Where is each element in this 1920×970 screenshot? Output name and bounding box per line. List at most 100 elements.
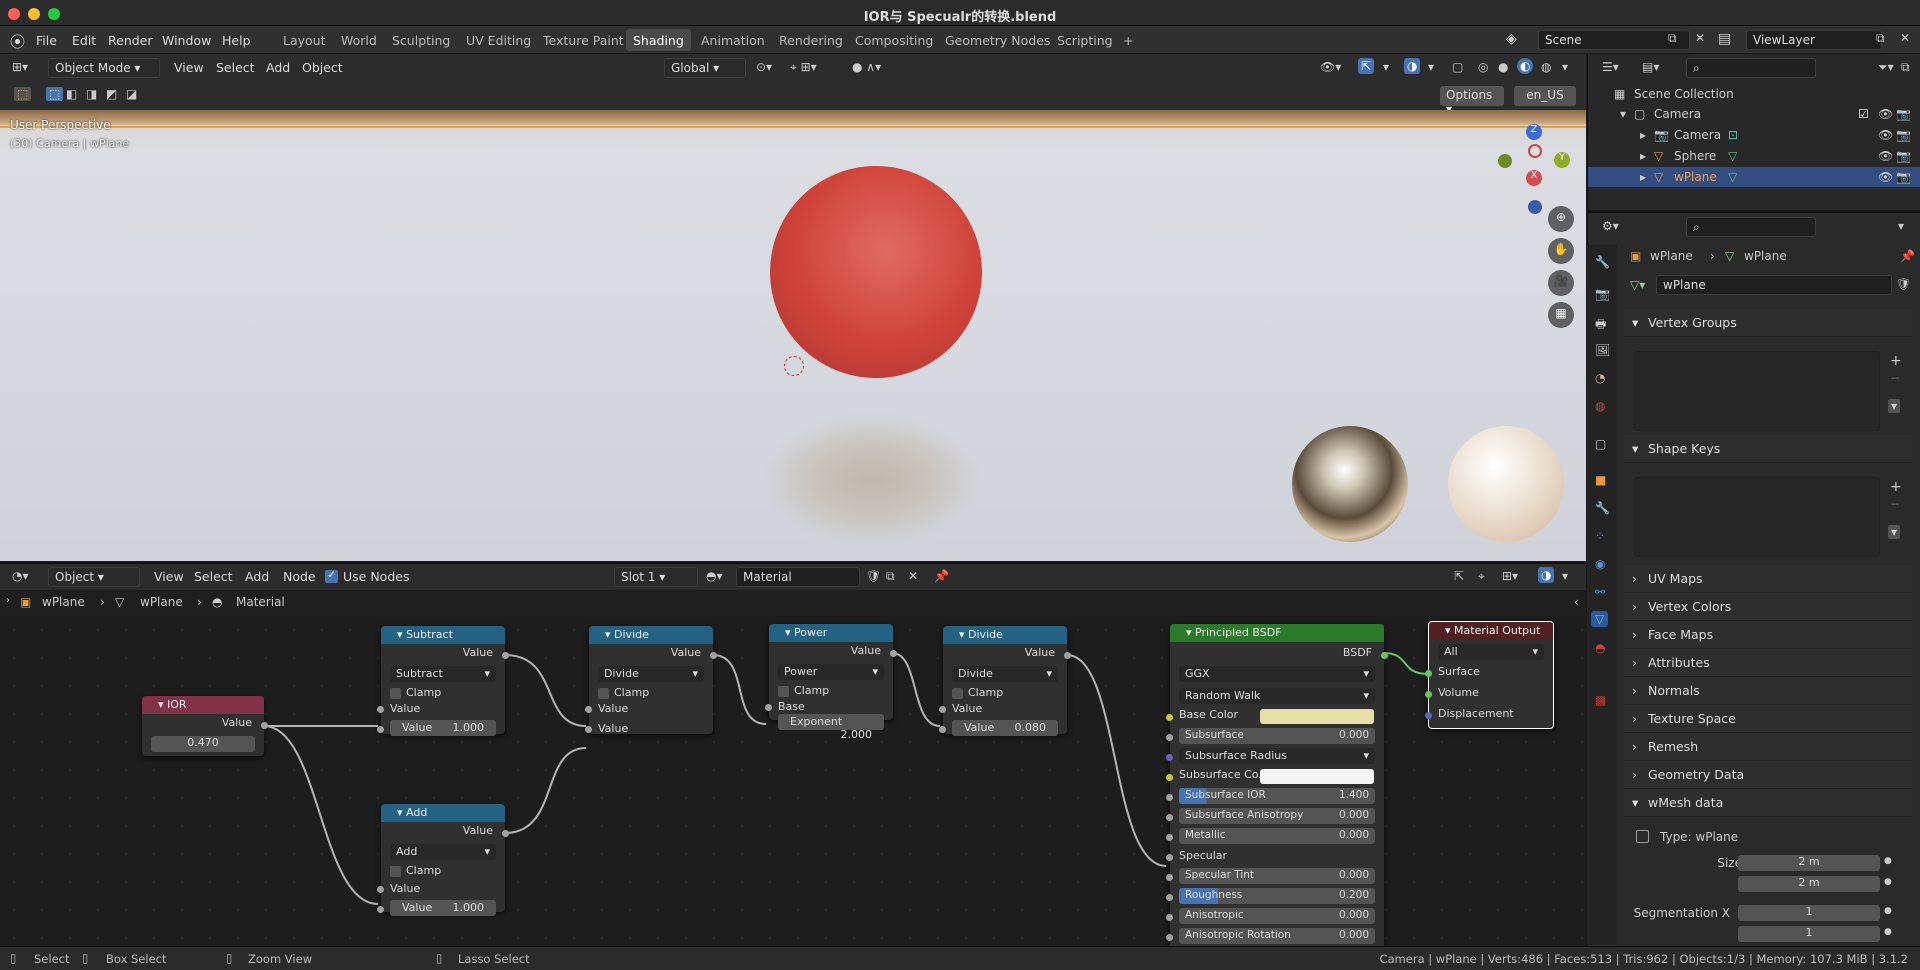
anisotropic-field[interactable]: Anisotropic 0.000 <box>1179 908 1375 924</box>
collapse-icon[interactable]: ▾ <box>158 698 167 711</box>
shader-type-dropdown[interactable]: Object ▾ <box>48 567 140 587</box>
roughness-field[interactable]: Roughness 0.200 <box>1179 888 1375 904</box>
properties-search-input[interactable]: ⌕ <box>1686 217 1816 237</box>
tab-compositing[interactable]: Compositing <box>848 29 940 51</box>
transform-orientation-dropdown[interactable]: Global ▾ <box>664 58 746 78</box>
subsurface-ior-field[interactable]: Subsurface IOR 1.400 <box>1179 788 1375 804</box>
node-header[interactable]: ▾ Divide <box>943 626 1067 644</box>
rendered-shading-icon[interactable]: ◍ <box>1541 60 1551 74</box>
overlays-icon[interactable]: ◑ <box>1404 58 1421 74</box>
sidebar-toggle-icon[interactable]: › <box>6 595 10 606</box>
output-socket[interactable] <box>502 652 509 659</box>
gizmo-neg-y[interactable] <box>1498 154 1512 168</box>
clamp-checkbox[interactable] <box>778 685 789 697</box>
operation-dropdown[interactable]: Power ▾ <box>778 664 884 680</box>
node-header[interactable]: ▾ Power <box>769 624 893 642</box>
input-socket[interactable] <box>1166 934 1173 941</box>
node-header[interactable]: ▾ Add <box>381 804 505 822</box>
node-header[interactable]: ▾ Principled BSDF <box>1170 624 1384 642</box>
use-nodes-checkbox[interactable]: ✓ <box>325 570 338 583</box>
exponent-field[interactable]: Exponent 2.000 <box>778 714 884 741</box>
tab-rendering[interactable]: Rendering <box>772 29 850 51</box>
3d-viewport[interactable]: User Perspective (30) Camera | wPlane Z … <box>0 110 1586 561</box>
gizmo-y-axis[interactable]: Y <box>1554 152 1570 168</box>
menu-window[interactable]: Window <box>162 33 211 48</box>
collapse-icon[interactable]: ▾ <box>959 628 968 641</box>
gizmo-neg-x[interactable] <box>1528 144 1542 158</box>
pivot-icon[interactable]: ⊙▾ <box>756 60 772 74</box>
remove-vertex-group-icon[interactable]: − <box>1890 371 1900 385</box>
texture-tab-icon[interactable]: ▩ <box>1595 693 1606 707</box>
collapse-icon[interactable]: ▾ <box>397 628 406 641</box>
expand-arrow-icon[interactable]: ▸ <box>1640 170 1646 184</box>
size-x-field[interactable]: 2 m <box>1738 855 1880 871</box>
output-tab-icon[interactable]: 🖶 <box>1595 315 1606 336</box>
render-tab-icon[interactable]: 📷 <box>1595 287 1610 301</box>
clamp-checkbox[interactable] <box>390 865 401 877</box>
value-field[interactable]: Value 1.000 <box>390 900 496 916</box>
input-socket[interactable] <box>1166 874 1173 881</box>
seg-y-field[interactable]: 1 <box>1738 926 1880 942</box>
properties-editor-icon[interactable]: ⚙▾ <box>1602 219 1619 233</box>
clamp-checkbox[interactable] <box>390 687 401 699</box>
input-socket[interactable] <box>1166 754 1173 761</box>
input-socket[interactable] <box>1166 914 1173 921</box>
tab-layout[interactable]: Layout <box>276 29 333 51</box>
node-power[interactable]: ▾ Power Value Power ▾ Clamp Base Exponent… <box>765 624 897 741</box>
properties-options-icon[interactable]: ▾ <box>1898 219 1904 233</box>
value-field[interactable]: Value 1.000 <box>390 720 496 736</box>
output-socket[interactable] <box>1064 652 1071 659</box>
proportional-edit-icon[interactable]: ● ∧▾ <box>852 60 881 74</box>
unlink-material-icon[interactable]: ✕ <box>908 569 918 583</box>
modifier-tab-icon[interactable]: 🔧 <box>1595 501 1610 515</box>
vertex-group-specials-icon[interactable]: ▾ <box>1888 399 1901 413</box>
add-vertex-group-icon[interactable]: + <box>1890 353 1902 369</box>
keyframe-dot-icon[interactable]: ● <box>1884 856 1892 866</box>
visibility-icon[interactable]: 👁▾ <box>1320 60 1341 74</box>
tab-sculpting[interactable]: Sculpting <box>385 29 457 51</box>
operation-dropdown[interactable]: Divide ▾ <box>598 666 704 682</box>
eye-icon[interactable]: 👁 <box>1878 170 1893 184</box>
snap-node-icon[interactable]: ⌖ <box>1478 569 1485 584</box>
eye-icon[interactable]: 👁 <box>1878 107 1893 121</box>
node-header[interactable]: ▾ IOR <box>142 696 264 714</box>
material-name-field[interactable]: Material <box>736 567 860 587</box>
view-layer-selector[interactable]: ViewLayer <box>1746 30 1882 50</box>
outliner-row-camera-collection[interactable]: ▾ ▢ Camera ☑ 👁 📷 <box>1588 104 1920 124</box>
viewport-menu-object[interactable]: Object <box>302 60 343 75</box>
red-sphere[interactable] <box>770 166 982 378</box>
shading-dropdown-icon[interactable]: ▾ <box>1562 60 1568 74</box>
new-view-layer-icon[interactable]: ⧉ <box>1876 31 1885 46</box>
delete-scene-icon[interactable]: ✕ <box>1695 31 1705 45</box>
tab-scripting[interactable]: Scripting <box>1050 29 1120 51</box>
ior-value-field[interactable]: 0.470 <box>151 736 255 752</box>
panel-texture-space[interactable]: › Texture Space <box>1624 705 1912 733</box>
snap-icon[interactable]: ⌖ ⊞▾ <box>790 60 817 75</box>
perspective-toggle-icon[interactable]: ▦ <box>1548 302 1574 328</box>
fake-user-icon[interactable]: 🛡 <box>866 569 881 583</box>
object-mode-dropdown[interactable]: Object Mode ▾ <box>48 58 160 78</box>
material-tab-icon[interactable]: ◓ <box>1595 641 1605 655</box>
input-socket[interactable] <box>1166 894 1173 901</box>
tab-texture-paint[interactable]: Texture Paint <box>536 29 631 51</box>
node-divide-1[interactable]: ▾ Divide Value Divide ▾ Clamp Value Value <box>585 626 717 735</box>
input-socket[interactable] <box>1166 814 1173 821</box>
checkbox-icon[interactable]: ☑ <box>1858 107 1869 121</box>
metallic-field[interactable]: Metallic 0.000 <box>1179 828 1375 844</box>
solid-shading-icon[interactable]: ● <box>1498 60 1508 74</box>
keyframe-dot-icon[interactable]: ● <box>1884 927 1892 937</box>
filter-icon[interactable]: ⏷▾ <box>1878 60 1894 75</box>
language-button[interactable]: en_US <box>1514 86 1576 106</box>
node-ior[interactable]: ▾ IOR Value 0.470 <box>142 696 268 756</box>
node-add[interactable]: ▾ Add Value Add ▾ Clamp Value Value 1.000 <box>377 804 509 916</box>
view-layer-tab-icon[interactable]: 🖼 <box>1595 343 1610 357</box>
panel-remesh[interactable]: › Remesh <box>1624 733 1912 761</box>
eye-icon[interactable]: 👁 <box>1878 149 1893 163</box>
distribution-dropdown[interactable]: GGX ▾ <box>1179 666 1375 682</box>
display-mode-icon[interactable]: ▤▾ <box>1642 60 1659 74</box>
material-browse-icon[interactable]: ◓▾ <box>706 569 723 583</box>
seg-x-field[interactable]: 1 <box>1738 905 1880 921</box>
remove-shape-key-icon[interactable]: − <box>1890 497 1900 511</box>
node-subtract[interactable]: ▾ Subtract Value Subtract ▾ Clamp Value V… <box>377 626 509 736</box>
keyframe-dot-icon[interactable]: ● <box>1884 877 1892 887</box>
